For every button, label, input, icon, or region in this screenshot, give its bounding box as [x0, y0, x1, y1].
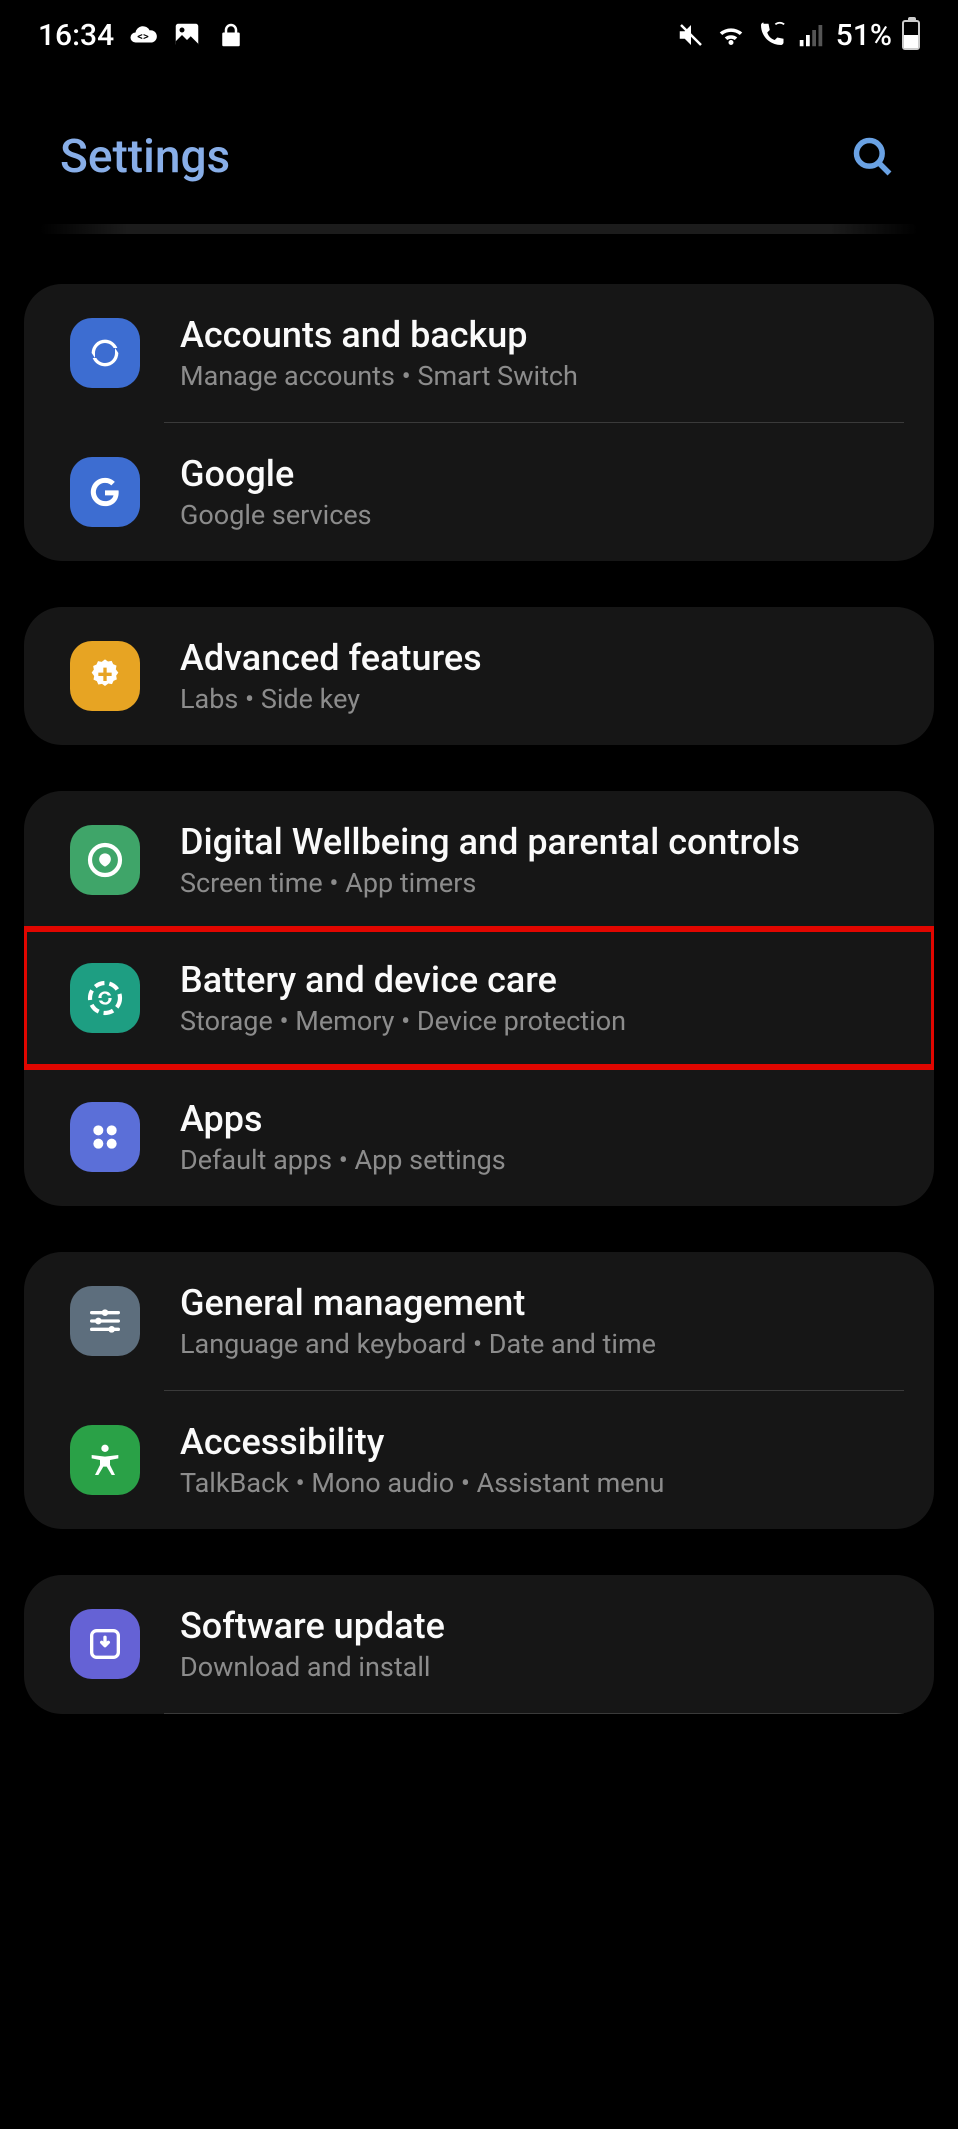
settings-group: General management Language and keyboard…	[24, 1252, 934, 1529]
item-title: Digital Wellbeing and parental controls	[180, 821, 904, 863]
search-icon	[851, 135, 895, 179]
mute-icon	[676, 20, 706, 50]
item-subtitle: Default apps • App settings	[180, 1144, 904, 1176]
lock-icon	[216, 20, 246, 50]
clock: 16:34	[38, 18, 114, 53]
item-subtitle: Download and install	[180, 1651, 904, 1683]
sliders-icon	[70, 1286, 140, 1356]
sync-icon	[70, 318, 140, 388]
item-title: Google	[180, 453, 904, 495]
status-left: 16:34 <>	[38, 18, 246, 53]
status-right: 51%	[676, 18, 920, 53]
wifi-icon	[716, 20, 746, 50]
accounts-and-backup-item[interactable]: Accounts and backup Manage accounts • Sm…	[24, 284, 934, 422]
digital-wellbeing-item[interactable]: Digital Wellbeing and parental controls …	[24, 791, 934, 929]
battery-percent: 51%	[836, 18, 892, 53]
cloud-icon: <>	[128, 20, 158, 50]
item-title: General management	[180, 1282, 904, 1324]
apps-icon	[70, 1102, 140, 1172]
device-care-icon	[70, 963, 140, 1033]
item-title: Software update	[180, 1605, 904, 1647]
apps-item[interactable]: Apps Default apps • App settings	[24, 1068, 934, 1206]
item-title: Battery and device care	[180, 959, 904, 1001]
settings-group: Software update Download and install	[24, 1575, 934, 1714]
header: Settings	[0, 70, 958, 224]
search-button[interactable]	[848, 132, 898, 182]
status-bar: 16:34 <> 51%	[0, 0, 958, 70]
software-update-item[interactable]: Software update Download and install	[24, 1575, 934, 1713]
battery-device-care-item[interactable]: Battery and device care Storage • Memory…	[24, 929, 934, 1067]
general-management-item[interactable]: General management Language and keyboard…	[24, 1252, 934, 1390]
wellbeing-icon	[70, 825, 140, 895]
advanced-features-item[interactable]: Advanced features Labs • Side key	[24, 607, 934, 745]
divider	[164, 1713, 904, 1714]
page-title: Settings	[60, 130, 230, 184]
svg-text:<>: <>	[137, 30, 149, 43]
item-title: Advanced features	[180, 637, 904, 679]
item-subtitle: TalkBack • Mono audio • Assistant menu	[180, 1467, 904, 1499]
settings-group: Digital Wellbeing and parental controls …	[24, 791, 934, 1206]
item-subtitle: Language and keyboard • Date and time	[180, 1328, 904, 1360]
accessibility-item[interactable]: Accessibility TalkBack • Mono audio • As…	[24, 1391, 934, 1529]
settings-group: Accounts and backup Manage accounts • Sm…	[24, 284, 934, 561]
update-icon	[70, 1609, 140, 1679]
item-title: Accessibility	[180, 1421, 904, 1463]
signal-icon	[796, 20, 826, 50]
battery-icon	[902, 20, 920, 50]
item-title: Apps	[180, 1098, 904, 1140]
google-icon	[70, 457, 140, 527]
item-subtitle: Screen time • App timers	[180, 867, 904, 899]
item-subtitle: Storage • Memory • Device protection	[180, 1005, 904, 1037]
item-subtitle: Google services	[180, 499, 904, 531]
settings-group: Advanced features Labs • Side key	[24, 607, 934, 745]
advanced-icon	[70, 641, 140, 711]
image-icon	[172, 20, 202, 50]
accessibility-icon	[70, 1425, 140, 1495]
wifi-calling-icon	[756, 20, 786, 50]
scroll-thumb	[40, 224, 918, 234]
item-title: Accounts and backup	[180, 314, 904, 356]
item-subtitle: Manage accounts • Smart Switch	[180, 360, 904, 392]
google-item[interactable]: Google Google services	[24, 423, 934, 561]
item-subtitle: Labs • Side key	[180, 683, 904, 715]
